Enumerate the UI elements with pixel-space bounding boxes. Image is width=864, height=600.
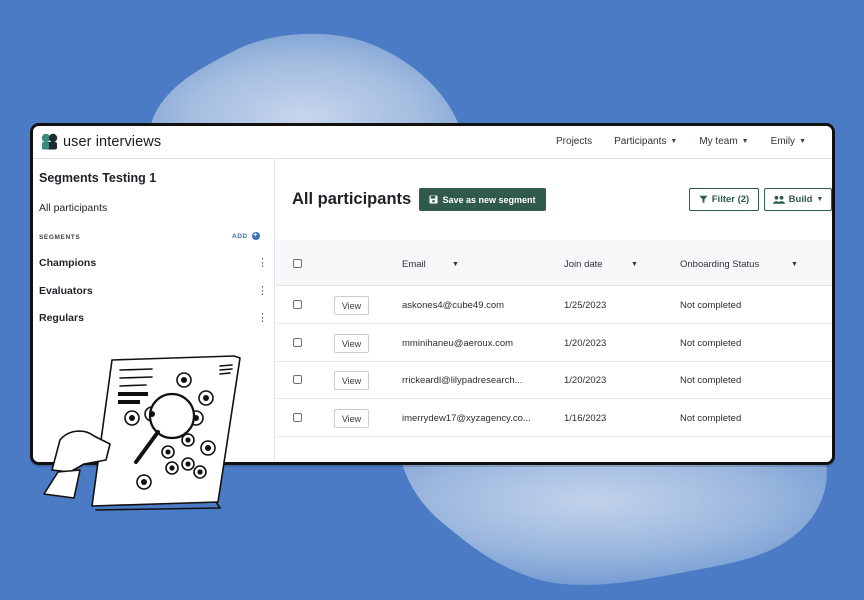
segment-label: Evaluators bbox=[39, 285, 93, 297]
user-interviews-logo-icon bbox=[41, 133, 58, 150]
join-date-cell: 1/20/2023 bbox=[564, 375, 607, 386]
nav-my-team-label: My team bbox=[699, 136, 738, 147]
sort-caret-icon[interactable]: ▼ bbox=[452, 261, 459, 268]
filter-label: Filter (2) bbox=[711, 194, 750, 205]
funnel-icon bbox=[699, 195, 708, 204]
view-button[interactable]: View bbox=[334, 296, 369, 315]
segments-heading: SEGMENTS bbox=[39, 234, 81, 241]
row-checkbox[interactable] bbox=[293, 338, 302, 347]
segment-label: Regulars bbox=[39, 312, 84, 324]
email-cell: mminihaneu@aeroux.com bbox=[402, 338, 514, 349]
view-button[interactable]: View bbox=[334, 371, 369, 390]
build-button[interactable]: Build ▼ bbox=[764, 188, 832, 211]
users-icon bbox=[772, 195, 785, 204]
plus-circle-icon: + bbox=[251, 232, 260, 240]
onboarding-status-cell: Not completed bbox=[680, 413, 742, 424]
add-segment-label: ADD bbox=[232, 232, 248, 240]
chevron-down-icon: ▼ bbox=[670, 138, 678, 145]
main-nav: Projects Participants ▼ My team ▼ Emily … bbox=[556, 136, 806, 147]
caret-down-icon: ▼ bbox=[816, 196, 824, 203]
kebab-menu-icon[interactable]: ⋮ bbox=[257, 313, 268, 324]
table-row: View askones4@cube49.com 1/25/2023 Not c… bbox=[276, 287, 832, 324]
table-row: View mminihaneu@aeroux.com 1/20/2023 Not… bbox=[276, 325, 832, 362]
nav-participants[interactable]: Participants ▼ bbox=[614, 136, 677, 147]
join-date-cell: 1/16/2023 bbox=[564, 413, 607, 424]
sidebar-item-evaluators[interactable]: Evaluators ⋮ bbox=[39, 283, 268, 299]
column-header-onboarding-status[interactable]: Onboarding Status ▼ bbox=[680, 259, 798, 270]
row-checkbox[interactable] bbox=[293, 375, 302, 384]
column-header-onboarding-label: Onboarding Status bbox=[680, 259, 760, 270]
table-header: Email ▼ Join date ▼ Onboarding Status ▼ bbox=[276, 240, 832, 286]
chevron-down-icon: ▼ bbox=[741, 138, 749, 145]
nav-my-team[interactable]: My team ▼ bbox=[699, 136, 748, 147]
table-row: View imerrydew17@xyzagency.co... 1/16/20… bbox=[276, 400, 832, 437]
nav-user-label: Emily bbox=[770, 136, 796, 147]
view-button[interactable]: View bbox=[334, 409, 369, 428]
nav-projects[interactable]: Projects bbox=[556, 136, 592, 147]
select-all-checkbox[interactable] bbox=[293, 259, 302, 268]
add-segment-button[interactable]: ADD + bbox=[232, 232, 260, 240]
participants-main: All participants Save as new segment Fil… bbox=[276, 159, 832, 462]
save-as-new-segment-button[interactable]: Save as new segment bbox=[419, 188, 546, 211]
sort-caret-icon[interactable]: ▼ bbox=[791, 261, 798, 268]
view-button[interactable]: View bbox=[334, 334, 369, 353]
nav-user-menu[interactable]: Emily ▼ bbox=[771, 136, 806, 147]
chevron-down-icon: ▼ bbox=[799, 138, 806, 145]
onboarding-status-cell: Not completed bbox=[680, 300, 742, 311]
top-navigation-bar: user interviews Projects Participants ▼ … bbox=[33, 126, 832, 159]
onboarding-status-cell: Not completed bbox=[680, 375, 742, 386]
email-cell: imerrydew17@xyzagency.co... bbox=[402, 413, 531, 424]
column-header-join-date-label: Join date bbox=[564, 259, 603, 270]
save-as-new-segment-label: Save as new segment bbox=[442, 194, 536, 205]
watercolor-blob-bottom bbox=[400, 455, 827, 585]
page-title: All participants bbox=[292, 190, 412, 208]
segment-label: Champions bbox=[39, 257, 97, 269]
column-header-email[interactable]: Email ▼ bbox=[402, 259, 459, 270]
magnifying-glass-illustration bbox=[43, 355, 241, 511]
sort-caret-icon[interactable]: ▼ bbox=[631, 261, 638, 268]
sidebar-title: Segments Testing 1 bbox=[39, 171, 157, 185]
floppy-disk-icon bbox=[429, 195, 439, 204]
table-row: View rrickeardl@lilypadresearch... 1/20/… bbox=[276, 362, 832, 399]
filter-button[interactable]: Filter (2) bbox=[689, 188, 759, 211]
kebab-menu-icon[interactable]: ⋮ bbox=[257, 258, 268, 269]
row-checkbox[interactable] bbox=[293, 413, 302, 422]
sidebar-item-regulars[interactable]: Regulars ⋮ bbox=[39, 310, 268, 326]
column-header-join-date[interactable]: Join date ▼ bbox=[564, 259, 638, 270]
nav-projects-label: Projects bbox=[556, 136, 593, 147]
column-header-email-label: Email bbox=[402, 259, 426, 270]
row-checkbox[interactable] bbox=[293, 300, 302, 309]
join-date-cell: 1/20/2023 bbox=[564, 338, 607, 349]
brand-name: user interviews bbox=[63, 134, 162, 150]
email-cell: rrickeardl@lilypadresearch... bbox=[402, 375, 523, 386]
onboarding-status-cell: Not completed bbox=[680, 338, 742, 349]
sidebar-item-all-participants[interactable]: All participants bbox=[39, 202, 107, 214]
sidebar-item-champions[interactable]: Champions ⋮ bbox=[39, 255, 268, 271]
nav-participants-label: Participants bbox=[614, 136, 667, 147]
join-date-cell: 1/25/2023 bbox=[564, 300, 607, 311]
build-label: Build bbox=[788, 194, 813, 205]
kebab-menu-icon[interactable]: ⋮ bbox=[257, 286, 268, 297]
email-cell: askones4@cube49.com bbox=[402, 300, 505, 311]
